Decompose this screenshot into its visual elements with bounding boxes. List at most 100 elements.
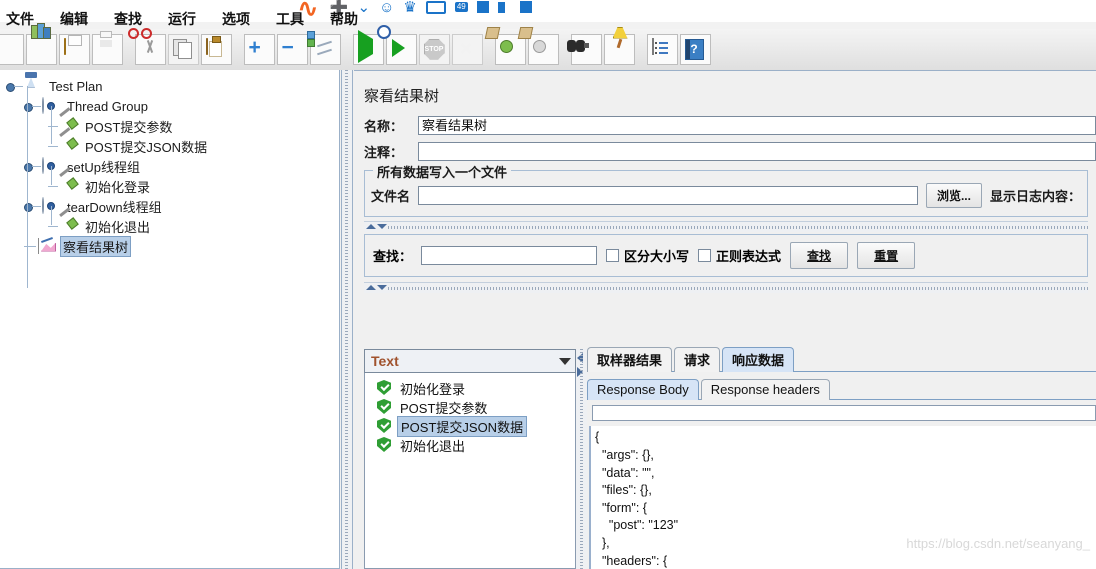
binoculars-icon xyxy=(566,39,598,61)
tree-node-label: 察看结果树 xyxy=(60,235,132,257)
tab-sampler-result[interactable]: 取样器结果 xyxy=(587,347,673,372)
trophy-icon[interactable]: ♛ xyxy=(403,0,416,15)
smiley-icon[interactable]: ☺ xyxy=(379,0,394,15)
square-icon[interactable] xyxy=(476,1,489,13)
menu-options[interactable]: 选项 xyxy=(220,8,252,30)
toolbar-separator xyxy=(233,34,243,65)
vertical-splitter[interactable] xyxy=(341,70,353,569)
grid-icon[interactable] xyxy=(519,1,532,13)
case-sensitive-label: 区分大小写 xyxy=(624,249,690,264)
plus-icon: + xyxy=(248,35,261,59)
reset-search-button[interactable] xyxy=(604,26,635,65)
renderer-select[interactable]: Text xyxy=(364,349,576,373)
checkbox-box[interactable] xyxy=(698,249,712,262)
expand-handle-icon[interactable] xyxy=(24,103,33,112)
stop-button[interactable]: STOP xyxy=(419,34,450,65)
result-label: POST提交参数 xyxy=(400,401,488,416)
response-find-input[interactable] xyxy=(592,405,1096,422)
name-row: 名称： 察看结果树 xyxy=(354,116,1096,142)
expand-handle-icon[interactable] xyxy=(24,203,33,212)
find-button[interactable]: 查找 xyxy=(790,242,849,269)
clear-all-button[interactable] xyxy=(517,26,559,65)
comment-input[interactable] xyxy=(418,142,1096,161)
cut-button[interactable] xyxy=(127,27,166,65)
results-vertical-splitter[interactable] xyxy=(576,349,587,569)
tree-node-label: Test Plan xyxy=(49,78,103,94)
list-item[interactable]: 初始化登录 xyxy=(369,379,575,398)
expand-all-button[interactable]: + xyxy=(244,34,275,65)
badge-count[interactable]: 49 xyxy=(454,2,468,12)
paste-button[interactable] xyxy=(201,34,232,65)
detail-tabs: 取样器结果 请求 响应数据 xyxy=(587,347,1096,372)
comment-label: 注释： xyxy=(364,145,404,160)
tab-request[interactable]: 请求 xyxy=(674,347,721,372)
tree-node-label: 初始化退出 xyxy=(85,219,151,235)
success-shield-icon xyxy=(377,399,394,416)
results-area: Text 初始化登录 POST提交参数 POST提交JSON数据 初始化退出 取… xyxy=(364,347,1096,569)
tab-response-data[interactable]: 响应数据 xyxy=(722,347,795,372)
tree-node-label: POST提交JSON数据 xyxy=(85,139,208,155)
collapse-down-icon[interactable] xyxy=(377,285,387,290)
menu-bar: 文件 编辑 查找 运行 选项 工具 帮助 xyxy=(0,9,360,29)
search-input[interactable] xyxy=(421,246,598,265)
case-sensitive-checkbox[interactable]: 区分大小写 xyxy=(606,246,689,265)
toggle-button[interactable] xyxy=(306,30,341,65)
book-icon[interactable] xyxy=(497,1,511,13)
menu-tools[interactable]: 工具 xyxy=(274,8,306,30)
expand-handle-icon[interactable] xyxy=(6,83,15,92)
regex-checkbox[interactable]: 正则表达式 xyxy=(698,246,781,265)
jmeter-window: ∿ ➕ ⌄ ☺ ♛ 49 文件 编辑 查找 运行 选项 工具 帮助 + − ST… xyxy=(0,0,1096,569)
list-item[interactable]: POST提交JSON数据 xyxy=(369,416,575,437)
templates-button[interactable] xyxy=(26,22,57,65)
shutdown-button[interactable] xyxy=(452,34,483,65)
function-helper-button[interactable] xyxy=(647,34,678,65)
search-bar: 查找： 区分大小写 正则表达式 查找 重置 xyxy=(364,234,1088,277)
tab-response-headers[interactable]: Response headers xyxy=(700,379,830,400)
log-display-label: 显示日志内容： xyxy=(989,189,1081,204)
tree-node-test-plan[interactable]: Test Plan xyxy=(0,76,339,96)
copy-button[interactable] xyxy=(168,34,199,65)
menu-file[interactable]: 文件 xyxy=(4,8,36,30)
success-shield-icon xyxy=(377,437,394,454)
menu-run[interactable]: 运行 xyxy=(166,8,198,30)
new-button[interactable] xyxy=(0,34,24,65)
collapse-up-icon[interactable] xyxy=(366,224,376,229)
pill-icon[interactable] xyxy=(425,0,446,14)
name-label: 名称： xyxy=(364,119,404,134)
tab-response-body[interactable]: Response Body xyxy=(587,379,699,400)
name-input[interactable]: 察看结果树 xyxy=(418,116,1096,135)
help-book-icon: ? xyxy=(684,38,707,61)
save-button[interactable] xyxy=(92,34,123,65)
regex-label: 正则表达式 xyxy=(716,249,782,264)
horizontal-splitter-top[interactable] xyxy=(364,221,1088,232)
collapse-all-button[interactable]: − xyxy=(277,34,308,65)
start-button[interactable] xyxy=(353,29,384,65)
success-shield-icon xyxy=(377,380,394,397)
horizontal-splitter-bottom[interactable] xyxy=(364,282,1088,293)
open-button[interactable] xyxy=(59,34,90,65)
http-sampler-icon xyxy=(59,126,79,155)
chevron-down-icon[interactable] xyxy=(559,357,571,365)
reset-button[interactable]: 重置 xyxy=(857,242,916,269)
response-body-text[interactable]: { "args": {}, "data": "", "files": {}, "… xyxy=(589,426,1096,569)
menu-help[interactable]: 帮助 xyxy=(328,8,360,30)
checkbox-box[interactable] xyxy=(606,249,620,262)
save-disk-icon xyxy=(97,39,119,61)
tree-node-view-results-tree[interactable]: 察看结果树 xyxy=(0,235,339,257)
tree-node-label: setUp线程组 xyxy=(67,159,140,175)
view-results-tree-panel: 察看结果树 名称： 察看结果树 注释： 所有数据写入一个文件 文件名 浏览...… xyxy=(354,70,1096,569)
test-plan-tree-pane: Test Plan Thread Group POST提交参数 POST提交JS… xyxy=(0,70,340,569)
list-item[interactable]: 初始化退出 xyxy=(369,436,575,455)
list-item[interactable]: POST提交参数 xyxy=(369,398,575,417)
search-button[interactable] xyxy=(566,34,602,65)
expand-handle-icon[interactable] xyxy=(24,163,33,172)
help-button[interactable]: ? xyxy=(680,34,711,65)
browse-button[interactable]: 浏览... xyxy=(925,183,982,208)
renderer-selected-value: Text xyxy=(371,353,399,369)
filename-input[interactable] xyxy=(418,186,918,205)
start-no-pauses-button[interactable] xyxy=(386,34,417,65)
menu-search[interactable]: 查找 xyxy=(112,8,144,30)
menu-edit[interactable]: 编辑 xyxy=(58,8,90,30)
collapse-down-icon[interactable] xyxy=(377,224,387,229)
collapse-up-icon[interactable] xyxy=(366,285,376,290)
